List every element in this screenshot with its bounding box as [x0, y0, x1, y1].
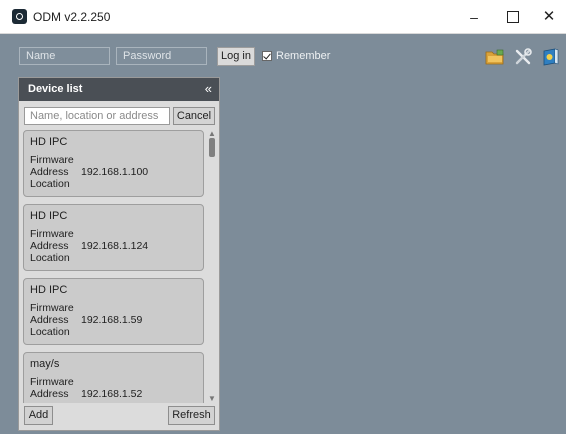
device-list: HD IPC Firmware Address 192.168.1.100 Loc…	[23, 130, 205, 403]
password-field[interactable]	[116, 47, 207, 65]
device-card[interactable]: HD IPC Firmware Address 192.168.1.100 Loc…	[23, 130, 204, 197]
refresh-button[interactable]: Refresh	[168, 406, 215, 425]
address-row: Address 192.168.1.52	[30, 388, 142, 400]
maximize-button[interactable]	[493, 0, 533, 34]
address-label: Address	[30, 240, 69, 252]
maximize-icon	[507, 10, 519, 23]
device-name: HD IPC	[30, 136, 68, 148]
firmware-label: Firmware	[30, 228, 74, 240]
tools-icon[interactable]	[513, 47, 533, 67]
scroll-up-arrow-icon[interactable]: ▲	[208, 130, 216, 138]
login-bar: Log in Remember	[0, 34, 566, 74]
device-name: HD IPC	[30, 210, 68, 222]
title-bar: ODM v2.2.250 – ✕	[0, 0, 566, 34]
login-button[interactable]: Log in	[217, 47, 255, 66]
minimize-button[interactable]: –	[454, 0, 494, 34]
workspace: Log in Remember Device list « Cancel H	[0, 34, 566, 434]
location-label: Location	[30, 326, 70, 338]
address-row: Address 192.168.1.124	[30, 240, 148, 252]
address-row: Address 192.168.1.59	[30, 314, 142, 326]
firmware-label: Firmware	[30, 376, 74, 388]
device-list-panel: Device list « Cancel HD IPC Firmware Add…	[18, 77, 220, 431]
address-value: 192.168.1.52	[81, 388, 143, 400]
address-value: 192.168.1.59	[81, 314, 143, 326]
firmware-label: Firmware	[30, 302, 74, 314]
firmware-label: Firmware	[30, 154, 74, 166]
remember-label: Remember	[276, 50, 331, 62]
scroll-thumb[interactable]	[209, 138, 215, 157]
device-card[interactable]: HD IPC Firmware Address 192.168.1.124 Loc…	[23, 204, 204, 271]
address-value: 192.168.1.100	[81, 166, 149, 178]
device-name: may/s	[30, 358, 60, 370]
username-field[interactable]	[19, 47, 110, 65]
location-label: Location	[30, 178, 70, 190]
panel-header: Device list «	[19, 78, 219, 101]
device-list-scrollbar[interactable]: ▲ ▼	[208, 130, 216, 403]
address-row: Address 192.168.1.100	[30, 166, 148, 178]
device-card[interactable]: may/s Firmware Address 192.168.1.52	[23, 352, 204, 403]
window-title: ODM v2.2.250	[33, 10, 111, 24]
app-logo-icon	[12, 9, 27, 24]
collapse-button[interactable]: «	[205, 81, 212, 96]
add-device-button[interactable]: Add	[24, 406, 53, 425]
address-label: Address	[30, 388, 69, 400]
remember-checkbox[interactable]	[262, 51, 272, 61]
help-book-icon[interactable]	[541, 47, 561, 67]
device-card[interactable]: HD IPC Firmware Address 192.168.1.59 Loca…	[23, 278, 204, 345]
location-label: Location	[30, 252, 70, 264]
address-label: Address	[30, 314, 69, 326]
panel-title: Device list	[28, 83, 83, 95]
device-name: HD IPC	[30, 284, 68, 296]
scroll-down-arrow-icon[interactable]: ▼	[208, 395, 216, 403]
folder-icon[interactable]	[485, 47, 505, 67]
device-search-input[interactable]	[24, 107, 170, 125]
address-label: Address	[30, 166, 69, 178]
cancel-button[interactable]: Cancel	[173, 107, 215, 125]
address-value: 192.168.1.124	[81, 240, 149, 252]
close-button[interactable]: ✕	[532, 0, 566, 34]
